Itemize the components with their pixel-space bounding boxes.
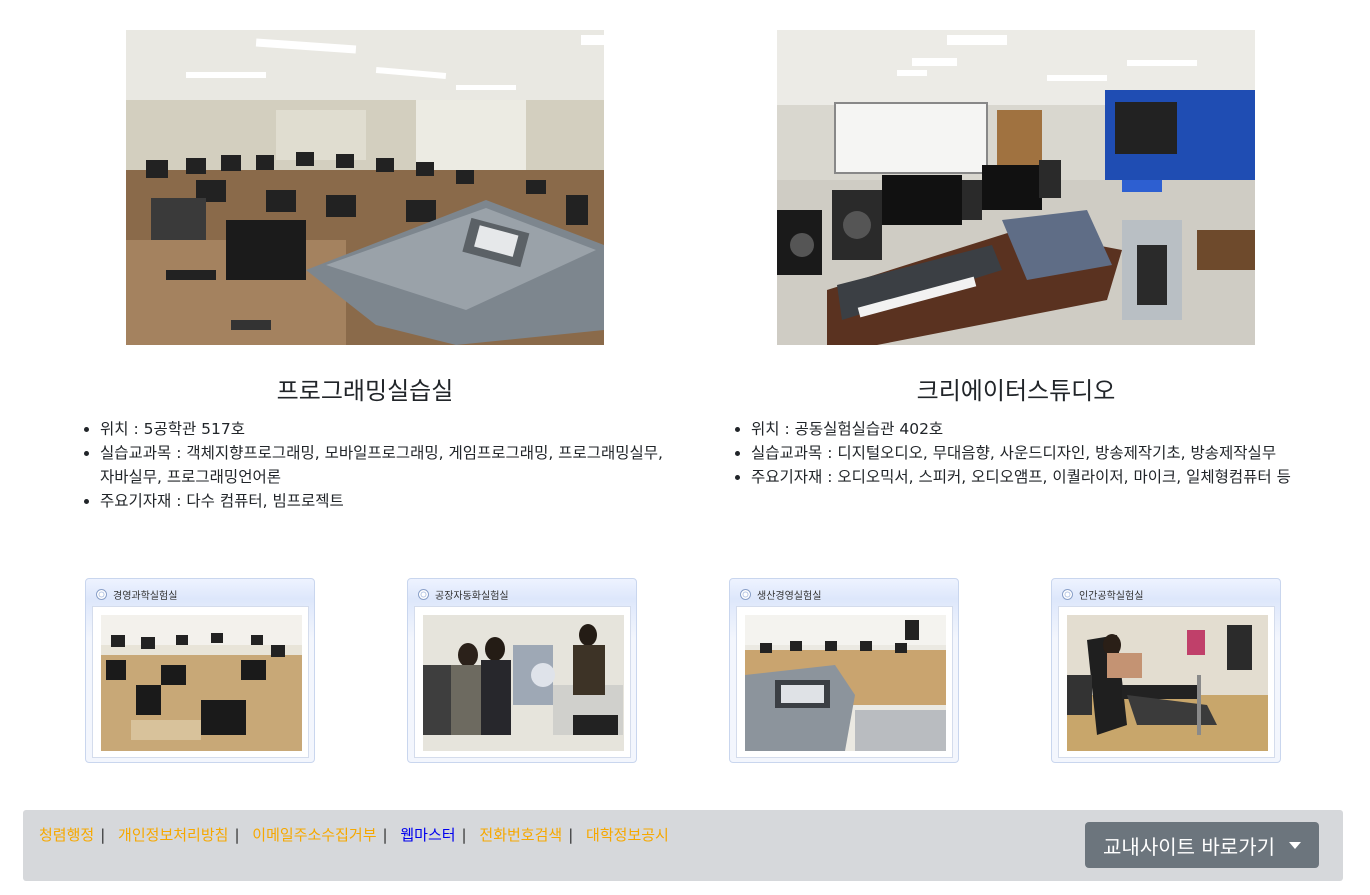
lab-title-creator-studio: 크리에이터스튜디오 xyxy=(916,377,1116,405)
footer-link-integrity[interactable]: 청렴행정 xyxy=(39,826,94,844)
footer-link-email-refusal[interactable]: 이메일주소수집거부 xyxy=(252,826,376,844)
detail-location: 위치 : 5공학관 517호 xyxy=(100,417,680,441)
programming-lab-photo xyxy=(126,30,604,345)
thumbnail-caption: 인간공학실험실 xyxy=(1079,591,1144,602)
lab-title-programming: 프로그래밍실습실 xyxy=(276,377,454,405)
separator: | xyxy=(568,826,574,844)
campus-sites-dropdown-button[interactable]: 교내사이트 바로가기 xyxy=(1085,822,1319,868)
detail-location: 위치 : 공동실험실습관 402호 xyxy=(751,417,1341,441)
footer-link-webmaster[interactable]: 웹마스터 xyxy=(400,826,455,844)
bullet-icon xyxy=(740,589,751,600)
thumbnail-image xyxy=(736,606,953,758)
separator: | xyxy=(382,826,388,844)
creator-studio-details: 위치 : 공동실험실습관 402호 실습교과목 : 디지털오디오, 무대음향, … xyxy=(731,417,1341,489)
dropdown-label: 교내사이트 바로가기 xyxy=(1103,834,1275,859)
programming-lab-details: 위치 : 5공학관 517호 실습교과목 : 객체지향프로그래밍, 모바일프로그… xyxy=(80,417,680,513)
separator: | xyxy=(234,826,240,844)
footer-links: 청렴행정 | 개인정보처리방침 | 이메일주소수집거부 | 웹마스터 | 전화번호검색 |… xyxy=(39,824,669,845)
bullet-icon xyxy=(1062,589,1073,600)
thumbnail-caption: 경영과학실험실 xyxy=(113,591,178,602)
thumbnail-factory-automation-lab[interactable]: 공장자동화실험실 xyxy=(407,578,637,763)
thumbnail-image xyxy=(414,606,631,758)
thumbnail-management-science-lab[interactable]: 경영과학실험실 xyxy=(85,578,315,763)
thumbnail-caption: 공장자동화실험실 xyxy=(435,591,509,602)
caret-down-icon xyxy=(1289,841,1301,849)
thumbnail-human-factors-lab[interactable]: 인간공학실험실 xyxy=(1051,578,1281,763)
detail-courses: 실습교과목 : 디지털오디오, 무대음향, 사운드디자인, 방송제작기초, 방송… xyxy=(751,441,1341,465)
thumbnail-image xyxy=(92,606,309,758)
bullet-icon xyxy=(418,589,429,600)
site-footer: 청렴행정 | 개인정보처리방침 | 이메일주소수집거부 | 웹마스터 | 전화번호검색 |… xyxy=(23,810,1343,881)
footer-link-university-info[interactable]: 대학정보공시 xyxy=(586,826,669,844)
detail-courses: 실습교과목 : 객체지향프로그래밍, 모바일프로그래밍, 게임프로그래밍, 프로… xyxy=(100,441,680,489)
footer-link-privacy-policy[interactable]: 개인정보처리방침 xyxy=(118,826,228,844)
separator: | xyxy=(100,826,106,844)
bullet-icon xyxy=(96,589,107,600)
thumbnail-caption: 생산경영실험실 xyxy=(757,591,822,602)
footer-link-phone-search[interactable]: 전화번호검색 xyxy=(479,826,562,844)
thumbnail-image xyxy=(1058,606,1275,758)
separator: | xyxy=(461,826,467,844)
thumbnail-production-management-lab[interactable]: 생산경영실험실 xyxy=(729,578,959,763)
creator-studio-photo xyxy=(777,30,1255,345)
detail-equipment: 주요기자재 : 오디오믹서, 스피커, 오디오앰프, 이퀄라이저, 마이크, 일… xyxy=(751,465,1341,489)
detail-equipment: 주요기자재 : 다수 컴퓨터, 빔프로젝트 xyxy=(100,489,680,513)
